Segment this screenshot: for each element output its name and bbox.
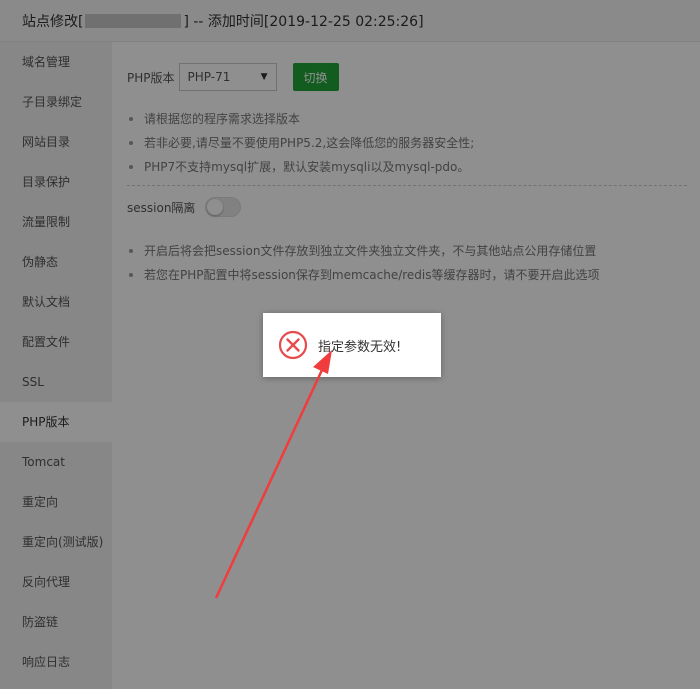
annotation-arrow-icon — [214, 350, 332, 599]
